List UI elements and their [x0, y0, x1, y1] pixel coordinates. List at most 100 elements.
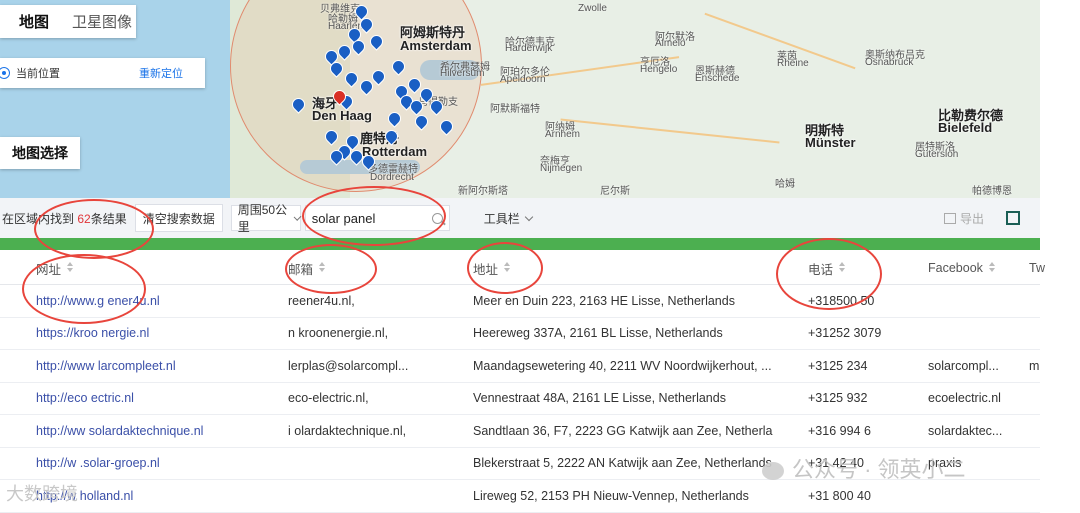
- tab-satellite[interactable]: 卫星图像: [68, 5, 136, 38]
- fullscreen-icon[interactable]: [1006, 211, 1020, 225]
- email-cell: [288, 448, 463, 480]
- phone-cell: +31252 3079: [808, 326, 882, 341]
- map-town-label: 阿默斯福特: [490, 104, 540, 115]
- map-town-label: Apeldoorn: [500, 74, 546, 85]
- facebook-cell: ecoelectric.nl: [928, 391, 1001, 406]
- map-town-label: 哈姆: [775, 179, 795, 190]
- email-cell: eco-electric.nl,: [288, 391, 369, 406]
- clear-search-button[interactable]: 清空搜索数据: [134, 204, 223, 232]
- email-cell: reener4u.nl,: [288, 293, 355, 308]
- facebook-cell: solarcompl...: [928, 358, 999, 373]
- phone-cell: +3125 234: [808, 358, 868, 373]
- website-link[interactable]: https://kroo nergie.nl: [36, 318, 276, 350]
- map-city-label: Den Haag: [312, 108, 372, 123]
- phone-cell: +318500 50: [808, 293, 875, 308]
- twitter-cell: [1029, 480, 1049, 512]
- map-town-label: Almelo: [655, 38, 686, 49]
- watermark-text: 公众号 · 领英小二: [792, 457, 966, 482]
- website-link[interactable]: http://www larcompleet.nl: [36, 350, 276, 382]
- map-town-label: Rheine: [777, 58, 809, 69]
- chevron-down-icon: [524, 212, 533, 221]
- table-row[interactable]: http://w holland.nl Lireweg 52, 2153 PH N…: [0, 480, 1040, 513]
- map-town-label: 新阿尔斯塔: [458, 186, 508, 197]
- map-town-label: Enschede: [695, 73, 740, 84]
- map-city-label: Bielefeld: [938, 120, 993, 135]
- email-cell: i olardaktechnique.nl,: [288, 423, 407, 438]
- header-address[interactable]: 地址: [473, 252, 773, 284]
- map-type-tabs: 地图 卫星图像: [0, 5, 136, 38]
- header-label: Facebook: [928, 261, 983, 275]
- table-header: 网址 邮箱 地址 电话 Facebook Tw: [0, 252, 1045, 285]
- facebook-cell: [928, 318, 1018, 350]
- header-label: 网址: [36, 262, 62, 277]
- header-website[interactable]: 网址: [36, 252, 276, 284]
- header-phone[interactable]: 电话: [808, 252, 913, 284]
- wechat-icon: [762, 462, 784, 481]
- header-label: 电话: [808, 262, 834, 277]
- map-town-label: 帕德博恩: [972, 186, 1012, 197]
- chevron-down-icon: [293, 212, 302, 221]
- table-row[interactable]: http://eco ectric.nl eco-electric.nl, Ven…: [0, 383, 1040, 415]
- header-twitter[interactable]: Tw: [1029, 252, 1049, 284]
- website-link[interactable]: http://eco ectric.nl: [36, 383, 276, 415]
- watermark-left: 大数跨境: [6, 484, 78, 504]
- map-town-label: Dordrecht: [370, 172, 414, 183]
- tools-dropdown[interactable]: 工具栏: [483, 210, 533, 227]
- map-town-label: Hengelo: [640, 64, 678, 75]
- facebook-cell: [928, 480, 1018, 512]
- email-cell: lerplas@solarcompl...: [288, 358, 409, 373]
- website-link[interactable]: http://ww solardaktechnique.nl: [36, 415, 276, 447]
- facebook-cell: [928, 285, 1018, 317]
- tools-label: 工具栏: [483, 211, 520, 226]
- progress-bar: [0, 238, 1040, 250]
- result-suffix: 条结果: [90, 211, 127, 226]
- result-prefix: 在区域内找到: [2, 211, 78, 226]
- map-town-label: 尼尔斯: [600, 186, 630, 197]
- map-city-label: Amsterdam: [400, 38, 472, 53]
- header-facebook[interactable]: Facebook: [928, 252, 1018, 284]
- header-label: 邮箱: [288, 262, 314, 277]
- result-summary: 在区域内找到 62条结果: [2, 210, 127, 227]
- map-select-button[interactable]: 地图选择: [0, 137, 80, 169]
- current-location-panel: 当前位置 重新定位: [0, 58, 205, 88]
- search-toolbar: 在区域内找到 62条结果 清空搜索数据 周围50公里 工具栏 导出: [0, 198, 1040, 238]
- address-cell: Sandtlaan 36, F7, 2223 GG Katwijk aan Ze…: [473, 423, 773, 438]
- address-cell: Meer en Duin 223, 2163 HE Lisse, Netherl…: [473, 293, 735, 308]
- tab-map[interactable]: 地图: [0, 5, 68, 38]
- map-town-label: Harderwijk: [505, 43, 553, 54]
- table-row[interactable]: http://www larcompleet.nl lerplas@solarc…: [0, 350, 1040, 383]
- website-link[interactable]: http://www.g ener4u.nl: [36, 285, 276, 317]
- radius-label: 周围50公里: [237, 203, 288, 234]
- twitter-cell: m: [1029, 358, 1040, 373]
- relocate-button[interactable]: 重新定位: [139, 65, 183, 81]
- watermark: 公众号 · 领英小二: [762, 452, 966, 484]
- result-count: 62: [77, 211, 91, 226]
- table-row[interactable]: http://www.g ener4u.nl reener4u.nl, Meer …: [0, 285, 1040, 318]
- twitter-cell: [1029, 285, 1049, 317]
- header-email[interactable]: 邮箱: [288, 252, 463, 284]
- map-view[interactable]: 阿姆斯特丹 Amsterdam 海牙 Den Haag 鹿特丹 Rotterda…: [0, 0, 1040, 198]
- search-icon[interactable]: [431, 212, 443, 224]
- email-cell: [288, 480, 463, 512]
- email-cell: n kroonenergie.nl,: [288, 326, 389, 341]
- table-row[interactable]: http://ww solardaktechnique.nl i olardakt…: [0, 415, 1040, 448]
- twitter-cell: [1029, 318, 1049, 350]
- table-row[interactable]: https://kroo nergie.nl n kroonenergie.nl,…: [0, 318, 1040, 350]
- map-town-label: Zwolle: [578, 3, 607, 14]
- address-cell: Blekerstraat 5, 2222 AN Katwijk aan Zee,…: [473, 456, 772, 471]
- radius-select[interactable]: 周围50公里: [230, 203, 302, 234]
- header-label: 地址: [473, 262, 499, 277]
- twitter-cell: [1029, 383, 1049, 415]
- export-button[interactable]: 导出: [943, 210, 984, 227]
- export-label: 导出: [959, 211, 984, 226]
- phone-cell: +3125 932: [808, 391, 868, 406]
- location-icon: [0, 67, 10, 79]
- map-town-label: Nijmegen: [540, 163, 583, 174]
- map-city-label: Münster: [805, 135, 856, 150]
- search-input[interactable]: [305, 209, 432, 227]
- address-cell: Maandagsewetering 40, 2211 WV Noordwijke…: [473, 358, 772, 373]
- map-town-label: Osnabrück: [865, 57, 914, 68]
- search-box: [304, 205, 450, 231]
- website-link[interactable]: http://w .solar-groep.nl: [36, 448, 276, 480]
- phone-cell: +31 800 40: [808, 488, 871, 503]
